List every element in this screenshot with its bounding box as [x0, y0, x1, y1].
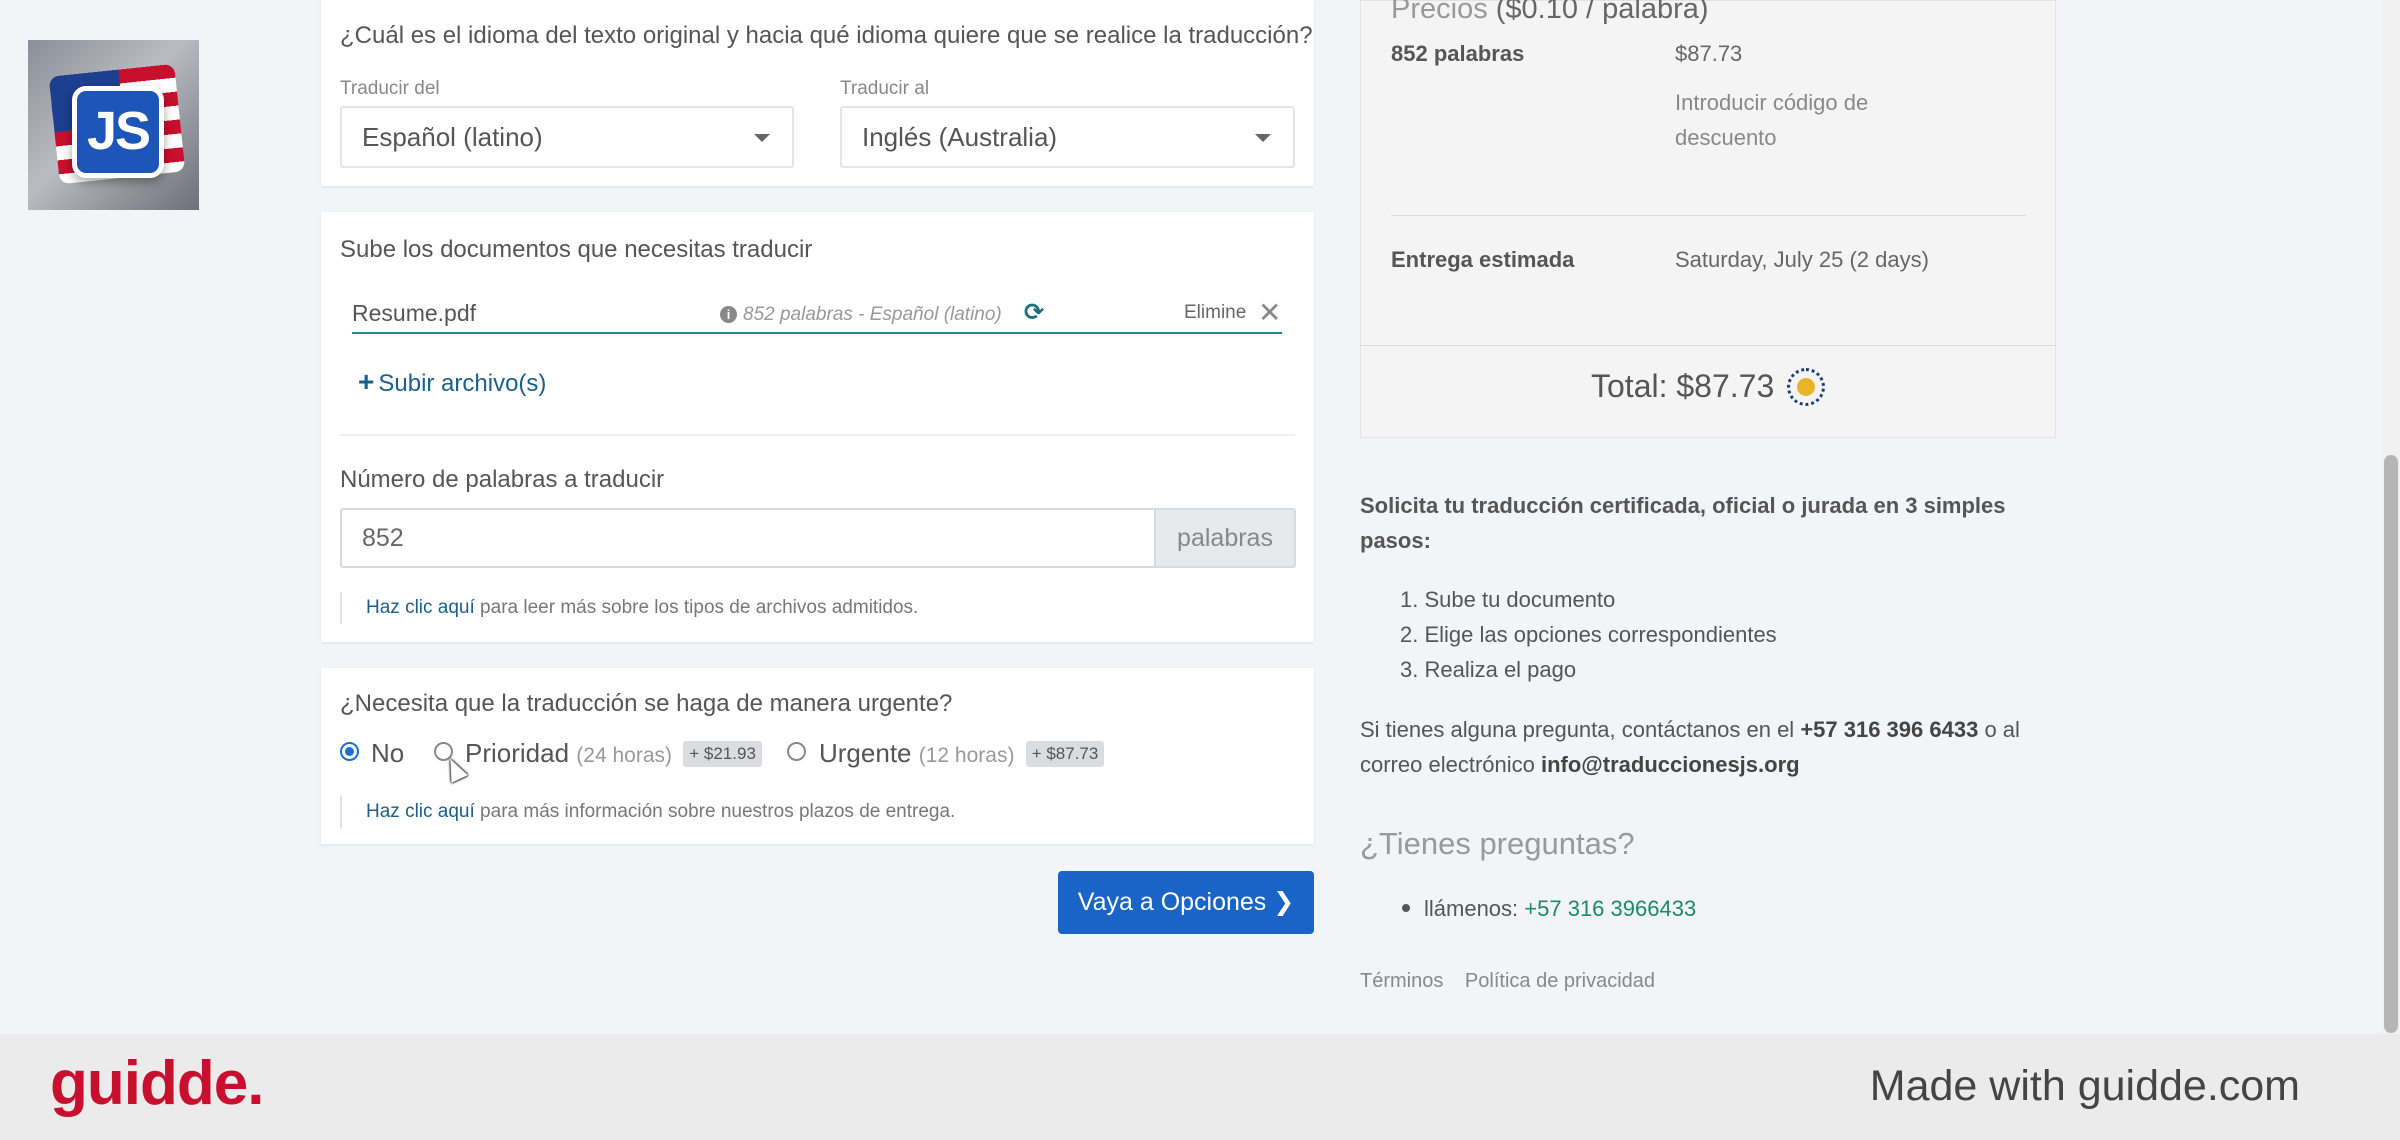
- contact-paragraph: Si tienes alguna pregunta, contáctanos e…: [1360, 712, 2060, 782]
- urgency-urgent-time: (12 horas): [918, 744, 1015, 767]
- step-text: Sube tu documento: [1424, 587, 1616, 612]
- summary-delivery-value: Saturday, July 25 (2 days): [1675, 247, 1929, 272]
- file-types-help-text: para leer más sobre los tipos de archivo…: [474, 597, 919, 618]
- logo-badge: JS: [72, 86, 164, 178]
- file-info-text: 852 palabras - Español (latino): [743, 304, 1002, 325]
- chevron-down-icon: [1255, 134, 1271, 142]
- discount-code-link[interactable]: Introducir código de descuento: [1675, 85, 1975, 155]
- urgency-urgent-option[interactable]: Urgente (12 horas) + $87.73: [819, 738, 1105, 769]
- go-to-options-button[interactable]: Vaya a Opciones ❯: [1058, 871, 1314, 934]
- contact-prefix: Si tienes alguna pregunta, contáctanos e…: [1360, 717, 1801, 742]
- contact-email: info@traduccionesjs.org: [1540, 752, 1800, 777]
- to-language-value: Inglés (Australia): [862, 122, 1058, 152]
- word-count-input[interactable]: 852: [340, 508, 1155, 568]
- summary-rate: ($0.10 / palabra): [1495, 0, 1709, 25]
- urgency-no-radio[interactable]: [340, 742, 359, 761]
- from-language-select[interactable]: Español (latino): [340, 106, 794, 168]
- urgency-priority-price: + $21.93: [683, 741, 762, 767]
- summary-words-key: 852 palabras: [1391, 41, 1525, 66]
- step-item: 2. Elige las opciones correspondientes: [1400, 622, 1777, 647]
- delivery-help-link[interactable]: Haz clic aquí: [366, 801, 475, 822]
- summary-title-text: Precios: [1391, 0, 1488, 25]
- close-icon[interactable]: ✕: [1258, 296, 1281, 329]
- step-text: Realiza el pago: [1424, 657, 1577, 682]
- call-phone-link[interactable]: +57 316 3966433: [1524, 896, 1696, 921]
- price-summary-panel: Precios ($0.10 / palabra) 852 palabras $…: [1360, 0, 2056, 438]
- step-item: 3. Realiza el pago: [1400, 657, 1577, 682]
- total-amount: Total: $87.73: [1591, 368, 1775, 404]
- info-icon: i: [720, 306, 737, 323]
- language-question: ¿Cuál es el idioma del texto original y …: [340, 22, 1313, 49]
- urgency-priority-label: Prioridad: [465, 738, 570, 768]
- uploaded-file-row: Resume.pdf i 852 palabras - Español (lati…: [352, 294, 1282, 334]
- privacy-link[interactable]: Política de privacidad: [1465, 970, 1655, 992]
- urgency-question: ¿Necesita que la traducción se haga de m…: [340, 690, 953, 717]
- remove-file-button[interactable]: Elimine: [1184, 302, 1246, 324]
- from-language-label: Traducir del: [340, 78, 440, 99]
- urgency-no-label[interactable]: No: [371, 738, 404, 769]
- chevron-right-icon: ❯: [1273, 888, 1295, 916]
- guidde-logo: guidde.: [50, 1049, 264, 1118]
- currency-coin-icon[interactable]: [1787, 368, 1825, 406]
- upload-card: [321, 212, 1314, 642]
- urgency-urgent-price: + $87.73: [1025, 741, 1105, 767]
- steps-intro: Solicita tu traducción certificada, ofic…: [1360, 488, 2040, 558]
- word-count-unit: palabras: [1154, 508, 1296, 568]
- upload-files-button[interactable]: + Subir archivo(s): [358, 366, 546, 398]
- file-types-link[interactable]: Haz clic aquí: [366, 597, 475, 618]
- bullet: [1402, 904, 1410, 912]
- file-name: Resume.pdf: [352, 300, 477, 326]
- file-info: i 852 palabras - Español (latino): [720, 304, 1002, 326]
- terms-link[interactable]: Términos: [1360, 970, 1443, 992]
- summary-title: Precios ($0.10 / palabra): [1391, 0, 1709, 26]
- file-types-help: Haz clic aquí para leer más sobre los ti…: [340, 592, 918, 624]
- delivery-help: Haz clic aquí para más información sobre…: [340, 796, 955, 828]
- guidde-made-with: Made with guidde.com: [1869, 1062, 2300, 1110]
- delivery-help-text: para más información sobre nuestros plaz…: [474, 801, 956, 822]
- section-divider: [340, 434, 1295, 436]
- upload-files-label: Subir archivo(s): [378, 370, 547, 397]
- company-logo[interactable]: JS: [28, 40, 199, 210]
- step-item: 1. Sube tu documento: [1400, 587, 1616, 612]
- summary-divider: [1391, 215, 2026, 216]
- summary-delivery-key: Entrega estimada: [1391, 247, 1575, 272]
- call-item: llámenos: +57 316 3966433: [1402, 896, 1696, 922]
- plus-icon: +: [358, 366, 375, 397]
- refresh-icon[interactable]: ⟳: [1024, 298, 1044, 327]
- urgency-urgent-radio[interactable]: [787, 742, 806, 761]
- urgency-priority-option[interactable]: Prioridad (24 horas) + $21.93: [465, 738, 762, 769]
- steps-intro-text: Solicita tu traducción certificada, ofic…: [1360, 493, 2006, 553]
- steps-list: 1. Sube tu documento 2. Elige las opcion…: [1400, 582, 1777, 687]
- scrollbar-thumb[interactable]: [2384, 455, 2398, 1033]
- summary-words-price: $87.73: [1675, 41, 1743, 66]
- upload-title: Sube los documentos que necesitas traduc…: [340, 236, 813, 263]
- chevron-down-icon: [754, 134, 770, 142]
- from-language-value: Español (latino): [362, 122, 543, 152]
- questions-title: ¿Tienes preguntas?: [1360, 826, 1635, 861]
- to-language-label: Traducir al: [840, 78, 930, 99]
- footer-links: Términos Política de privacidad: [1360, 970, 1671, 993]
- to-language-select[interactable]: Inglés (Australia): [840, 106, 1295, 168]
- total-bar: Total: $87.73: [1361, 345, 2055, 438]
- urgency-priority-time: (24 horas): [576, 744, 673, 767]
- urgency-urgent-label: Urgente: [819, 738, 912, 768]
- words-label: Número de palabras a traducir: [340, 466, 665, 493]
- contact-phone: +57 316 396 6433: [1800, 717, 1979, 742]
- go-to-options-label: Vaya a Opciones: [1077, 888, 1267, 916]
- step-text: Elige las opciones correspondientes: [1424, 622, 1777, 647]
- guidde-footer-bar: guidde. Made with guidde.com: [0, 1034, 2400, 1140]
- call-label: llámenos:: [1424, 896, 1525, 921]
